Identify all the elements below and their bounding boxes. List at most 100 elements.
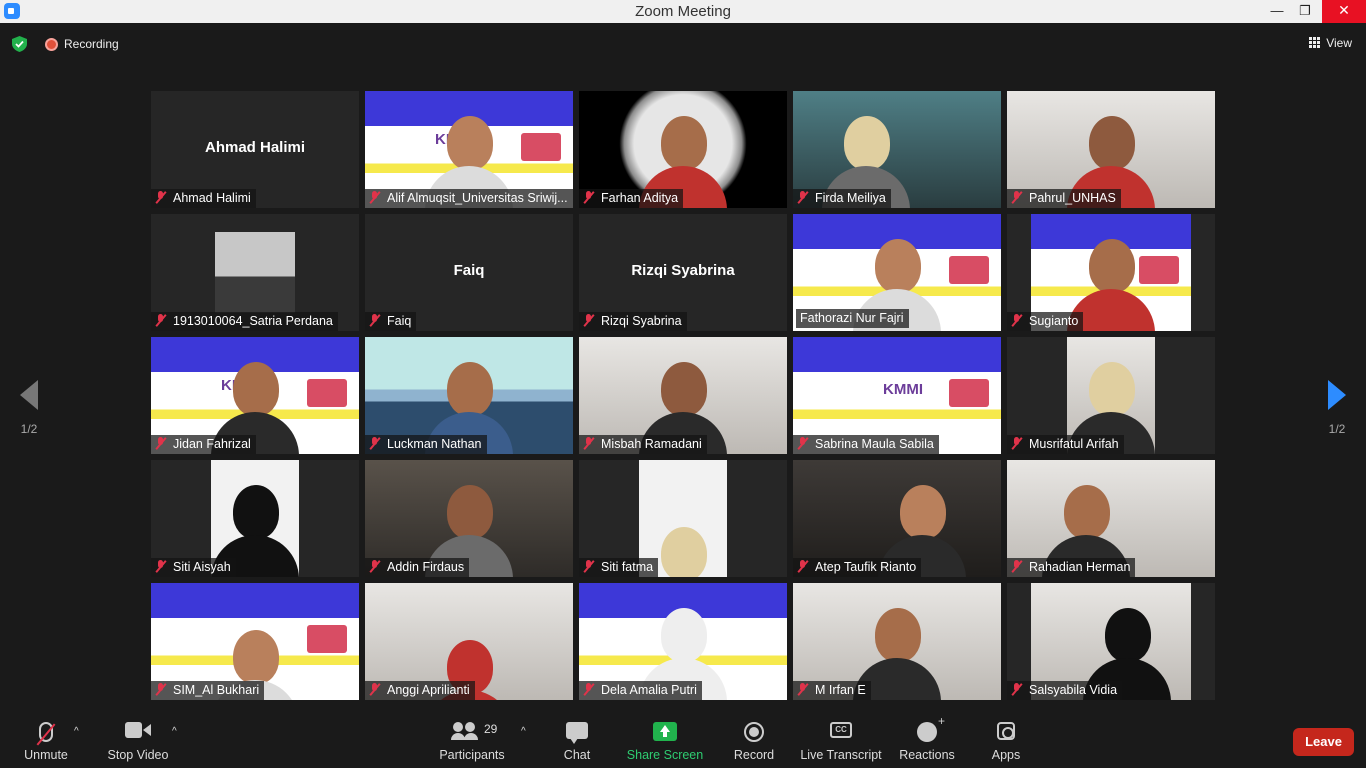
participant-tile[interactable]: KMMI Alif Almuqsit_Universitas Sriwij... xyxy=(365,91,573,208)
participant-label: Fathorazi Nur Fajri xyxy=(796,309,909,328)
participant-label: Sabrina Maula Sabila xyxy=(793,435,939,454)
mic-muted-icon xyxy=(155,191,167,204)
mic-muted-icon xyxy=(583,560,595,573)
participant-tile[interactable]: 1913010064_Satria Perdana xyxy=(151,214,359,331)
banner-card xyxy=(307,379,347,407)
participant-label: Jidan Fahrizal xyxy=(151,435,256,454)
participant-name: Ahmad Halimi xyxy=(173,191,251,205)
participant-tile[interactable]: Musrifatul Arifah xyxy=(1007,337,1215,454)
participant-name: Musrifatul Arifah xyxy=(1029,437,1119,451)
participant-tile[interactable]: Atep Taufik Rianto xyxy=(793,460,1001,577)
banner-card xyxy=(307,625,347,653)
chat-button[interactable]: Chat xyxy=(556,714,598,768)
participant-tile[interactable]: Siti fatma xyxy=(579,460,787,577)
mic-muted-icon xyxy=(583,683,595,696)
restore-button[interactable]: ❐ xyxy=(1290,0,1320,23)
mic-muted-icon xyxy=(369,314,381,327)
participant-tile[interactable]: Pahrul_UNHAS xyxy=(1007,91,1215,208)
participant-label: Salsyabila Vidia xyxy=(1007,681,1123,700)
participant-tile[interactable]: Rizqi Syabrina Rizqi Syabrina xyxy=(579,214,787,331)
reactions-label: Reactions xyxy=(899,748,955,762)
participant-tile[interactable]: M Irfan E xyxy=(793,583,1001,700)
meeting-top-bar: Recording View xyxy=(0,23,1366,63)
participant-name-placeholder: Ahmad Halimi xyxy=(204,139,306,156)
stop-video-button[interactable]: Stop Video xyxy=(104,714,172,768)
unmute-button[interactable]: Unmute xyxy=(14,714,78,768)
participant-name: Dela Amalia Putri xyxy=(601,683,697,697)
microphone-muted-icon xyxy=(39,722,53,742)
close-button[interactable]: ✕ xyxy=(1322,0,1366,23)
minimize-button[interactable]: — xyxy=(1262,0,1292,23)
participant-tile[interactable]: KMMI Jidan Fahrizal xyxy=(151,337,359,454)
closed-caption-icon: CC xyxy=(830,722,852,738)
banner-card xyxy=(521,133,561,161)
participant-label: Farhan Aditya xyxy=(579,189,684,208)
participant-tile[interactable]: SIM_Al Bukhari xyxy=(151,583,359,700)
shield-icon[interactable] xyxy=(12,36,27,52)
view-button[interactable]: View xyxy=(1309,36,1352,50)
smiley-icon xyxy=(917,714,945,742)
live-transcript-label: Live Transcript xyxy=(800,748,882,762)
participant-label: Addin Firdaus xyxy=(365,558,470,577)
share-screen-button[interactable]: Share Screen xyxy=(626,714,704,768)
participant-tile[interactable]: Sugianto xyxy=(1007,214,1215,331)
chat-label: Chat xyxy=(563,748,591,762)
mic-muted-icon xyxy=(155,683,167,696)
participant-tile[interactable]: Siti Aisyah xyxy=(151,460,359,577)
participants-options-chevron-icon[interactable]: ^ xyxy=(521,726,526,737)
participant-tile[interactable]: Dela Amalia Putri xyxy=(579,583,787,700)
next-page-button[interactable]: 1/2 xyxy=(1322,380,1352,436)
video-options-chevron-icon[interactable]: ^ xyxy=(172,726,177,737)
participant-tile[interactable]: Salsyabila Vidia xyxy=(1007,583,1215,700)
participant-name: Sugianto xyxy=(1029,314,1079,328)
participant-label: Siti Aisyah xyxy=(151,558,236,577)
title-bar: Zoom Meeting — ❐ ✕ xyxy=(0,0,1366,23)
live-transcript-button[interactable]: CC Live Transcript xyxy=(800,714,882,768)
recording-label[interactable]: Recording xyxy=(64,37,119,51)
participant-profile-photo xyxy=(215,232,295,313)
record-button[interactable]: Record xyxy=(732,714,776,768)
apps-button[interactable]: Apps xyxy=(988,714,1024,768)
stop-video-label: Stop Video xyxy=(107,748,169,762)
participant-tile[interactable]: Addin Firdaus xyxy=(365,460,573,577)
active-speaker-tile[interactable]: Fathorazi Nur Fajri xyxy=(793,214,1001,331)
participant-name: Jidan Fahrizal xyxy=(173,437,251,451)
participant-label: Anggi Aprilianti xyxy=(365,681,475,700)
mic-muted-icon xyxy=(369,683,381,696)
camera-icon xyxy=(125,722,151,738)
reactions-button[interactable]: Reactions xyxy=(898,714,956,768)
participant-label: Dela Amalia Putri xyxy=(579,681,702,700)
previous-page-button[interactable]: 1/2 xyxy=(14,380,44,436)
participant-tile[interactable]: Rahadian Herman xyxy=(1007,460,1215,577)
participant-tile[interactable]: Faiq Faiq xyxy=(365,214,573,331)
participant-name: Siti Aisyah xyxy=(173,560,231,574)
participants-count: 29 xyxy=(484,722,498,736)
participant-label: Firda Meiliya xyxy=(793,189,891,208)
participant-tile[interactable]: Misbah Ramadani xyxy=(579,337,787,454)
audio-options-chevron-icon[interactable]: ^ xyxy=(74,726,79,737)
banner-text: KMMI xyxy=(883,381,923,398)
mic-muted-icon xyxy=(797,191,809,204)
participant-name: Addin Firdaus xyxy=(387,560,465,574)
participant-name: Rizqi Syabrina xyxy=(601,314,682,328)
apps-icon xyxy=(997,722,1015,740)
grid-view-icon xyxy=(1309,37,1321,48)
leave-button[interactable]: Leave xyxy=(1293,728,1354,756)
participant-tile[interactable]: Anggi Aprilianti xyxy=(365,583,573,700)
mic-muted-icon xyxy=(155,437,167,450)
mic-muted-icon xyxy=(1011,683,1023,696)
participant-label: Sugianto xyxy=(1007,312,1084,331)
participant-tile[interactable]: Ahmad Halimi Ahmad Halimi xyxy=(151,91,359,208)
mic-muted-icon xyxy=(369,191,381,204)
participant-tile[interactable]: Luckman Nathan xyxy=(365,337,573,454)
recording-icon[interactable] xyxy=(45,38,58,51)
participant-tile[interactable]: Farhan Aditya xyxy=(579,91,787,208)
participants-button[interactable]: 29 Participants xyxy=(436,714,508,768)
participant-tile[interactable]: KMMI Sabrina Maula Sabila xyxy=(793,337,1001,454)
participant-tile[interactable]: Firda Meiliya xyxy=(793,91,1001,208)
window-title: Zoom Meeting xyxy=(635,3,731,20)
participant-name: Luckman Nathan xyxy=(387,437,482,451)
mic-muted-icon xyxy=(583,191,595,204)
participant-label: Alif Almuqsit_Universitas Sriwij... xyxy=(365,189,573,208)
participant-label: Faiq xyxy=(365,312,417,331)
